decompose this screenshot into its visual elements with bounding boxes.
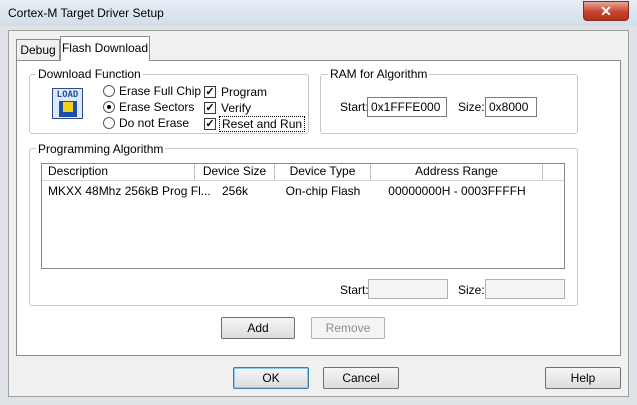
header-divider — [42, 180, 564, 181]
tab-debug[interactable]: Debug — [16, 39, 60, 60]
ok-button[interactable]: OK — [233, 367, 309, 389]
cancel-button[interactable]: Cancel — [323, 367, 399, 389]
algo-size-label: Size: — [458, 283, 485, 297]
window-title: Cortex-M Target Driver Setup — [8, 6, 164, 20]
check-verify[interactable]: ✓ — [204, 102, 216, 114]
ram-size-input[interactable]: 0x8000 — [485, 97, 537, 117]
help-button[interactable]: Help — [545, 367, 621, 389]
row-description: MKXX 48Mhz 256kB Prog Fl... — [48, 184, 211, 198]
load-icon: LOAD — [52, 88, 83, 119]
check-reset-and-run[interactable]: ✓ — [204, 118, 216, 130]
remove-button[interactable]: Remove — [311, 317, 385, 339]
radio-do-not-erase[interactable] — [103, 117, 115, 129]
radio-erase-full-chip[interactable] — [103, 85, 115, 97]
ram-title: RAM for Algorithm — [328, 67, 430, 81]
radio-erase-full-chip-label: Erase Full Chip — [119, 84, 202, 98]
check-program-label: Program — [221, 85, 268, 99]
close-icon: ✕ — [600, 3, 612, 19]
algorithm-list[interactable]: Description Device Size Device Type Addr… — [41, 163, 565, 269]
row-device-type: On-chip Flash — [285, 184, 361, 198]
row-device-size: 256k — [221, 184, 249, 198]
algo-start-label: Start: — [340, 283, 369, 297]
add-button[interactable]: Add — [221, 317, 295, 339]
table-row[interactable]: MKXX 48Mhz 256kB Prog Fl... 256k On-chip… — [42, 182, 564, 199]
column-address-range[interactable]: Address Range — [371, 164, 543, 180]
radio-do-not-erase-label: Do not Erase — [119, 116, 190, 130]
ram-start-input[interactable]: 0x1FFFE000 — [367, 97, 447, 117]
check-verify-label: Verify — [221, 101, 252, 115]
algo-size-input[interactable] — [485, 279, 565, 299]
column-device-size[interactable]: Device Size — [195, 164, 275, 180]
tab-flash-download[interactable]: Flash Download — [60, 36, 150, 61]
check-reset-and-run-label: Reset and Run — [219, 116, 306, 132]
close-button[interactable]: ✕ — [583, 1, 629, 21]
algo-start-input[interactable] — [368, 279, 448, 299]
row-address-range: 00000000H - 0003FFFFH — [388, 184, 526, 198]
ram-start-label: Start: — [340, 100, 369, 114]
radio-erase-sectors[interactable] — [103, 101, 115, 113]
check-program[interactable]: ✓ — [204, 86, 216, 98]
download-function-title: Download Function — [36, 67, 143, 81]
arrow-graphic — [63, 102, 73, 112]
load-icon-text: LOAD — [56, 90, 79, 100]
column-description[interactable]: Description — [42, 164, 195, 180]
column-device-type[interactable]: Device Type — [275, 164, 371, 180]
ram-size-label: Size: — [458, 100, 485, 114]
radio-erase-sectors-label: Erase Sectors — [119, 100, 195, 114]
programming-algorithm-title: Programming Algorithm — [36, 142, 166, 156]
